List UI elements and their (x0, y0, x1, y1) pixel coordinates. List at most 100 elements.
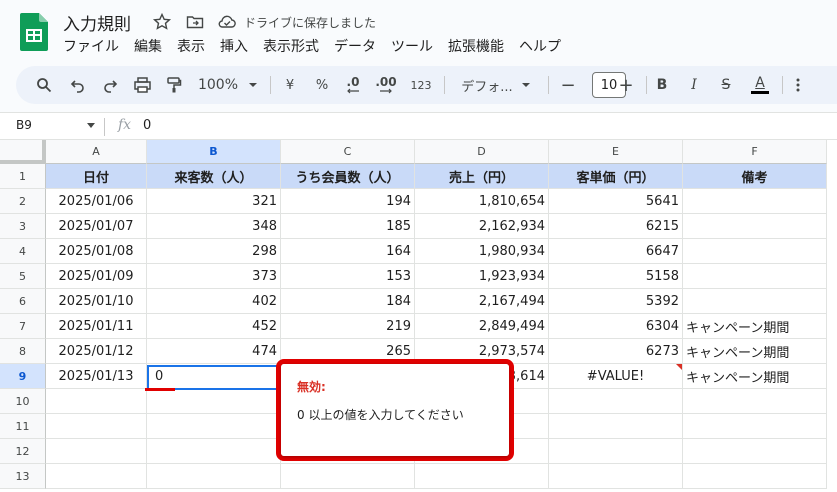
header-cell[interactable]: 売上（円） (415, 164, 549, 189)
more-formats-button[interactable]: 123 (408, 66, 434, 104)
table-cell[interactable]: 474 (147, 339, 281, 364)
table-cell[interactable]: 2,849,494 (415, 314, 549, 339)
row-header-6[interactable]: 6 (0, 289, 46, 314)
row-header-7[interactable]: 7 (0, 314, 46, 339)
decrease-decimal-button[interactable]: .0 (341, 66, 365, 104)
row-header-3[interactable]: 3 (0, 214, 46, 239)
row-header-12[interactable]: 12 (0, 439, 46, 464)
currency-format-button[interactable]: ¥ (280, 66, 300, 104)
error-indicator-icon[interactable] (676, 364, 682, 370)
row-header-11[interactable]: 11 (0, 414, 46, 439)
table-cell[interactable]: 5158 (549, 264, 683, 289)
table-cell[interactable]: 219 (281, 314, 415, 339)
table-cell[interactable]: 1,810,654 (415, 189, 549, 214)
empty-cell[interactable] (683, 414, 827, 439)
table-cell[interactable]: 2025/01/07 (46, 214, 147, 239)
star-icon[interactable] (152, 12, 172, 32)
strikethrough-button[interactable]: S (716, 66, 736, 104)
table-cell[interactable]: 298 (147, 239, 281, 264)
table-cell[interactable]: 2025/01/06 (46, 189, 147, 214)
empty-cell[interactable] (147, 414, 281, 439)
empty-cell[interactable] (147, 439, 281, 464)
empty-cell[interactable] (549, 464, 683, 489)
italic-button[interactable]: I (684, 66, 704, 104)
font-select[interactable]: デフォ... (452, 66, 540, 104)
row-header-1[interactable]: 1 (0, 164, 46, 189)
cloud-saved-icon[interactable] (217, 12, 237, 32)
more-options-button[interactable] (790, 66, 806, 104)
table-cell[interactable]: 6647 (549, 239, 683, 264)
empty-cell[interactable] (281, 464, 415, 489)
table-cell[interactable] (683, 264, 827, 289)
redo-button[interactable] (98, 66, 122, 104)
table-cell[interactable]: 164 (281, 239, 415, 264)
paint-format-button[interactable] (162, 66, 186, 104)
table-cell[interactable]: キャンペーン期間 (683, 364, 827, 389)
row-header-4[interactable]: 4 (0, 239, 46, 264)
empty-cell[interactable] (549, 439, 683, 464)
table-cell[interactable]: 184 (281, 289, 415, 314)
empty-cell[interactable] (147, 389, 281, 414)
table-cell[interactable]: 194 (281, 189, 415, 214)
table-cell[interactable]: 2025/01/09 (46, 264, 147, 289)
formula-input[interactable]: 0 (143, 118, 151, 133)
column-header-f[interactable]: F (683, 140, 827, 164)
table-cell[interactable]: 348 (147, 214, 281, 239)
table-cell[interactable]: 402 (147, 289, 281, 314)
column-header-a[interactable]: A (46, 140, 147, 164)
header-cell[interactable]: 客単価（円） (549, 164, 683, 189)
table-cell[interactable]: 5392 (549, 289, 683, 314)
table-cell[interactable]: 6273 (549, 339, 683, 364)
empty-cell[interactable] (46, 464, 147, 489)
table-cell[interactable]: 2,167,494 (415, 289, 549, 314)
table-cell[interactable]: キャンペーン期間 (683, 314, 827, 339)
header-cell[interactable]: 来客数（人） (147, 164, 281, 189)
text-color-button[interactable]: A (748, 66, 772, 104)
empty-cell[interactable] (683, 464, 827, 489)
row-header-8[interactable]: 8 (0, 339, 46, 364)
table-cell[interactable]: 153 (281, 264, 415, 289)
table-cell[interactable]: 6304 (549, 314, 683, 339)
column-header-e[interactable]: E (549, 140, 683, 164)
table-cell[interactable]: 452 (147, 314, 281, 339)
select-all-corner[interactable] (0, 140, 46, 164)
table-cell[interactable]: 2025/01/12 (46, 339, 147, 364)
header-cell[interactable]: うち会員数（人） (281, 164, 415, 189)
undo-button[interactable] (66, 66, 90, 104)
row-header-9[interactable]: 9 (0, 364, 46, 389)
table-cell[interactable]: 2025/01/10 (46, 289, 147, 314)
row-header-5[interactable]: 5 (0, 264, 46, 289)
empty-cell[interactable] (683, 439, 827, 464)
menu-format[interactable]: 表示形式 (263, 36, 327, 56)
table-cell[interactable]: 1,980,934 (415, 239, 549, 264)
doc-title[interactable]: 入力規則 (63, 10, 131, 35)
column-header-c[interactable]: C (281, 140, 415, 164)
table-cell[interactable]: 2025/01/08 (46, 239, 147, 264)
table-cell[interactable]: 2025/01/11 (46, 314, 147, 339)
active-cell-editor[interactable]: 0 (147, 365, 282, 390)
table-cell[interactable] (683, 239, 827, 264)
table-cell[interactable]: 321 (147, 189, 281, 214)
menu-data[interactable]: データ (334, 36, 384, 56)
row-header-10[interactable]: 10 (0, 389, 46, 414)
table-cell[interactable] (683, 289, 827, 314)
column-header-b[interactable]: B (147, 140, 281, 164)
table-cell[interactable] (683, 189, 827, 214)
zoom-select[interactable]: 100% (196, 66, 260, 104)
menu-help[interactable]: ヘルプ (519, 36, 569, 56)
increase-font-size-button[interactable]: + (614, 66, 638, 104)
table-cell[interactable]: 1,923,934 (415, 264, 549, 289)
table-cell[interactable]: 185 (281, 214, 415, 239)
increase-decimal-button[interactable]: .00 (372, 66, 400, 104)
table-cell[interactable]: 2025/01/13 (46, 364, 147, 389)
menu-edit[interactable]: 編集 (134, 36, 170, 56)
empty-cell[interactable] (549, 389, 683, 414)
menu-file[interactable]: ファイル (63, 36, 127, 56)
table-cell[interactable]: 373 (147, 264, 281, 289)
empty-cell[interactable] (46, 389, 147, 414)
percent-format-button[interactable]: % (312, 66, 332, 104)
row-header-2[interactable]: 2 (0, 189, 46, 214)
empty-cell[interactable] (147, 464, 281, 489)
bold-button[interactable]: B (652, 66, 672, 104)
name-box[interactable]: B9 (16, 118, 32, 132)
